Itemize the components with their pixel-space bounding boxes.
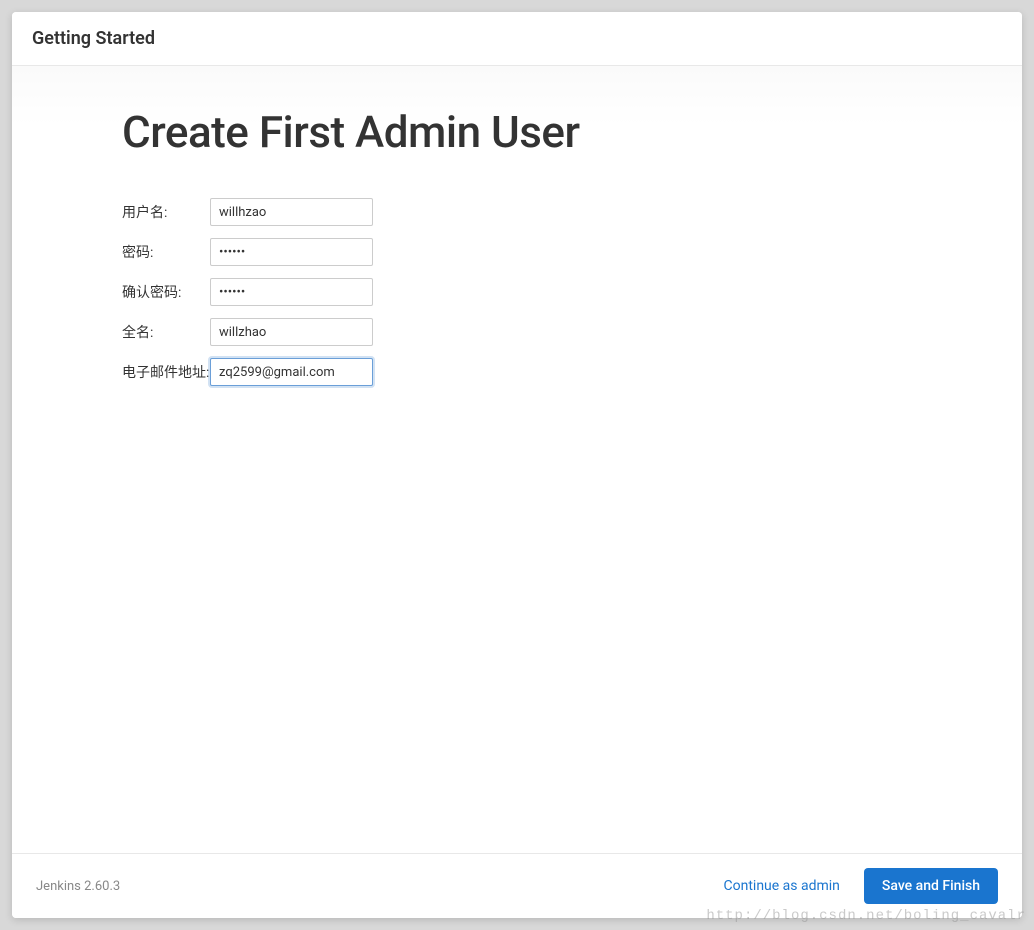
form-row-email: 电子邮件地址: [122, 358, 373, 386]
continue-as-admin-link[interactable]: Continue as admin [724, 878, 840, 894]
setup-wizard-modal: Getting Started Create First Admin User … [12, 12, 1022, 918]
modal-header-title: Getting Started [32, 28, 1002, 49]
email-input[interactable] [210, 358, 373, 386]
modal-body: Create First Admin User 用户名: 密码: 确认密码: 全… [12, 66, 1022, 853]
version-text: Jenkins 2.60.3 [36, 879, 120, 894]
fullname-input[interactable] [210, 318, 373, 346]
form-row-confirm-password: 确认密码: [122, 278, 373, 306]
footer-actions: Continue as admin Save and Finish [724, 868, 999, 904]
modal-header: Getting Started [12, 12, 1022, 66]
confirm-password-label: 确认密码: [122, 278, 210, 306]
fullname-label: 全名: [122, 318, 210, 346]
password-input[interactable] [210, 238, 373, 266]
save-and-finish-button[interactable]: Save and Finish [864, 868, 998, 904]
form-row-username: 用户名: [122, 198, 373, 226]
page-title: Create First Admin User [122, 106, 912, 158]
username-input[interactable] [210, 198, 373, 226]
email-label: 电子邮件地址: [122, 358, 210, 386]
form-row-password: 密码: [122, 238, 373, 266]
form-row-fullname: 全名: [122, 318, 373, 346]
modal-footer: Jenkins 2.60.3 Continue as admin Save an… [12, 853, 1022, 918]
confirm-password-input[interactable] [210, 278, 373, 306]
password-label: 密码: [122, 238, 210, 266]
username-label: 用户名: [122, 198, 210, 226]
admin-user-form: 用户名: 密码: 确认密码: 全名: 电子邮件地址: [122, 186, 373, 398]
